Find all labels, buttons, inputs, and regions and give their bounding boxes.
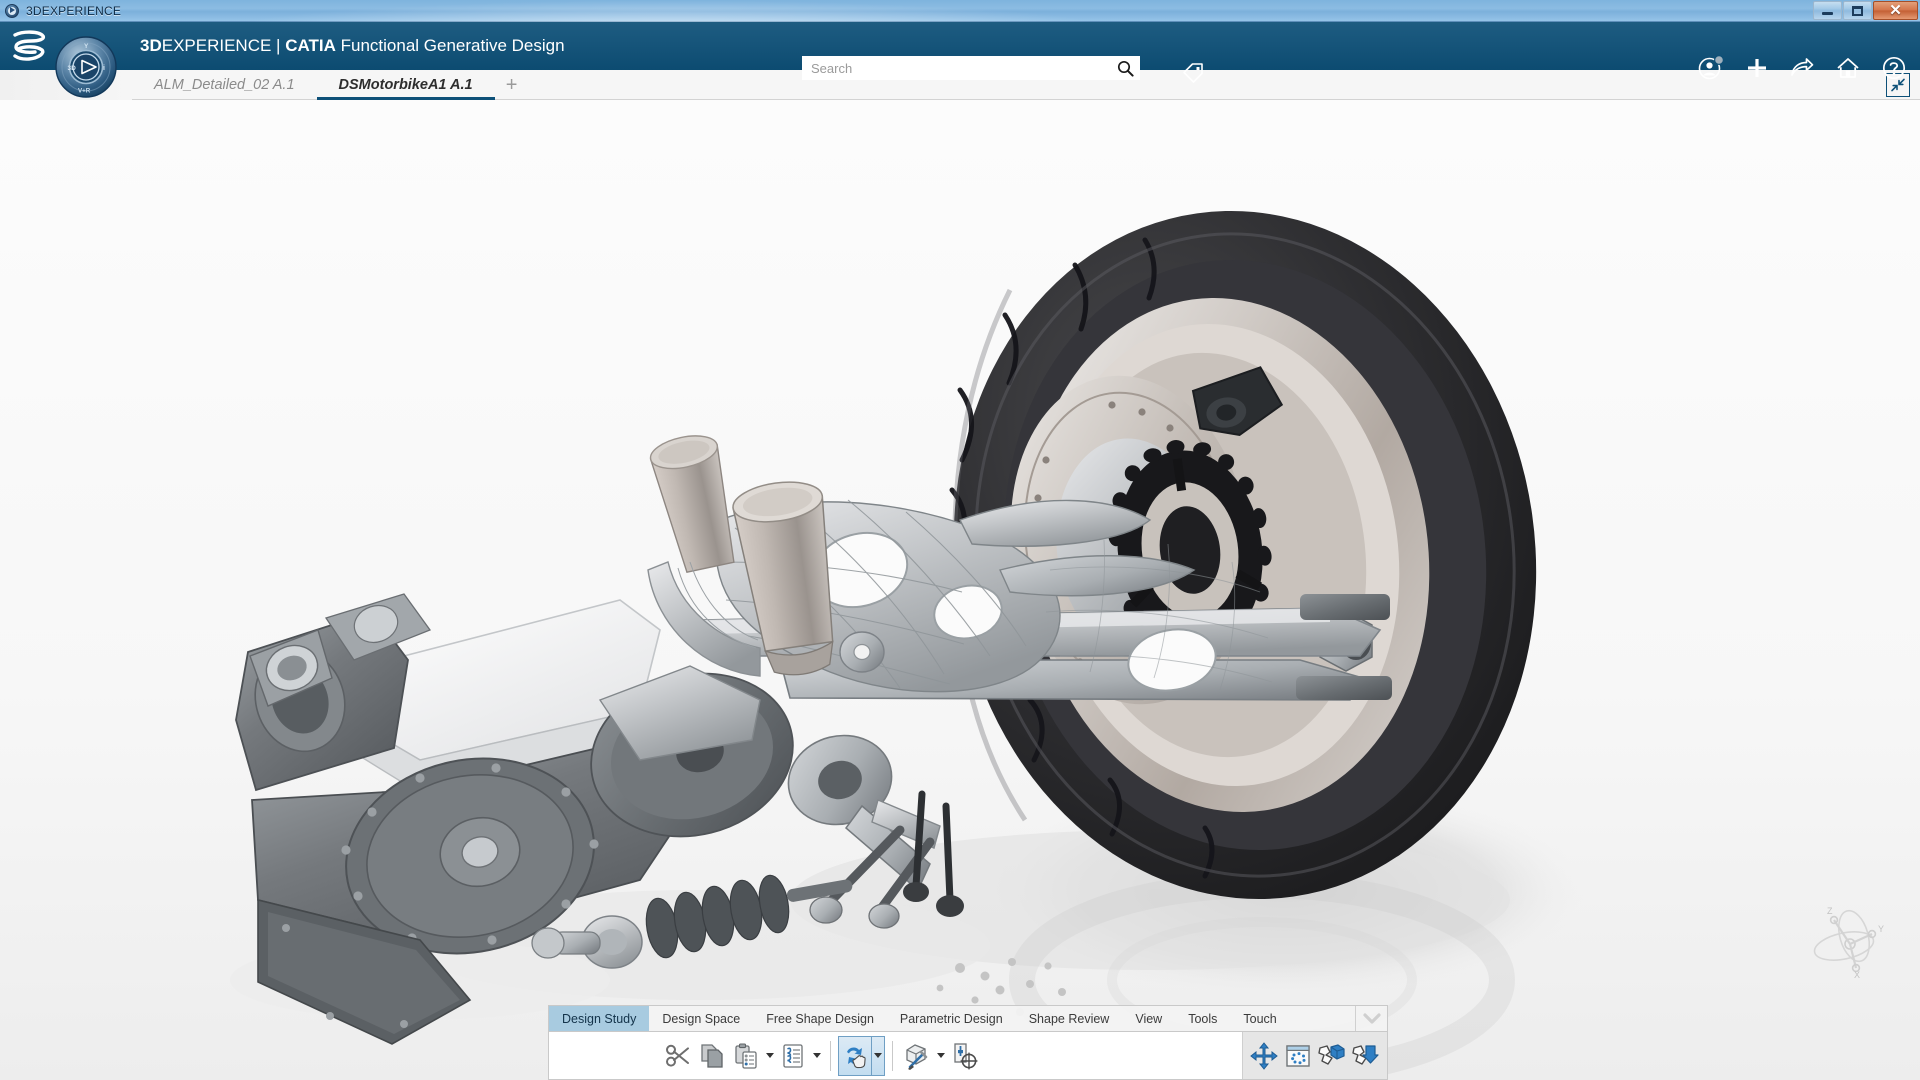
action-tab-view[interactable]: View	[1122, 1006, 1175, 1031]
axis-label-x: X	[1854, 970, 1860, 980]
home-icon[interactable]	[1836, 57, 1860, 79]
measure-button[interactable]	[947, 1036, 981, 1076]
brand-catia: CATIA	[285, 36, 336, 55]
paste-special-button[interactable]	[776, 1036, 810, 1076]
explode-shape-icon	[1352, 1044, 1379, 1065]
compass-move-button[interactable]	[1247, 1036, 1281, 1076]
tab-dsmotorbikea1[interactable]: DSMotorbikeA1 A.1	[316, 70, 495, 100]
help-question-icon[interactable]	[1882, 56, 1906, 80]
action-tab-touch[interactable]: Touch	[1230, 1006, 1289, 1031]
window-title-bar: 3DEXPERIENCE ✕	[0, 0, 1920, 22]
clipboard-list-icon	[783, 1043, 803, 1068]
toolbar-separator-1	[830, 1040, 831, 1071]
update-dropdown-caret[interactable]	[872, 1035, 885, 1076]
clipboard-paste-icon	[735, 1042, 757, 1069]
brand-separator: |	[271, 36, 286, 55]
design-tools-button[interactable]	[900, 1036, 934, 1076]
axis-triad: Z Y X	[1810, 900, 1890, 980]
view-manipulation-group	[1242, 1032, 1387, 1079]
action-tab-free-shape-design[interactable]: Free Shape Design	[753, 1006, 887, 1031]
brand-appname: Functional Generative Design	[335, 36, 565, 55]
axis-label-y: Y	[1878, 924, 1884, 934]
tab-alm-detailed-02[interactable]: ALM_Detailed_02 A.1	[132, 70, 317, 100]
brand-title: 3DEXPERIENCE | CATIA Functional Generati…	[140, 36, 565, 56]
paste-button[interactable]	[729, 1036, 763, 1076]
cut-button[interactable]	[661, 1036, 695, 1076]
copy-button[interactable]	[695, 1036, 729, 1076]
copy-pages-icon	[701, 1043, 723, 1068]
close-button[interactable]: ✕	[1873, 1, 1918, 20]
toolbar-separator-2	[892, 1040, 893, 1071]
scissors-icon	[666, 1044, 689, 1067]
measure-target-icon	[954, 1042, 978, 1069]
brand-3d: 3D	[140, 36, 162, 55]
share-arrow-icon[interactable]	[1790, 57, 1814, 79]
svg-text:i: i	[103, 65, 105, 72]
explode-shape-button[interactable]	[1349, 1036, 1383, 1076]
explode-cube-icon	[1318, 1043, 1345, 1065]
tag-icon[interactable]	[1182, 62, 1204, 89]
action-tab-design-space[interactable]: Design Space	[649, 1006, 753, 1031]
brand-experience: EXPERIENCE	[161, 36, 272, 55]
header-action-icons	[1698, 44, 1906, 92]
explode-cube-button[interactable]	[1315, 1036, 1349, 1076]
search-input[interactable]	[802, 57, 1110, 79]
title-bar-glow	[220, 0, 1120, 22]
update-button[interactable]	[838, 1035, 872, 1076]
box-tools-icon	[906, 1043, 928, 1070]
application-header: 3D i Y V+R 3DEXPERIENCE | CATIA Function…	[0, 22, 1920, 98]
chevron-down-icon[interactable]	[1355, 1006, 1387, 1031]
svg-text:V+R: V+R	[78, 88, 91, 95]
action-tab-shape-review[interactable]: Shape Review	[1016, 1006, 1123, 1031]
search-icon[interactable]	[1110, 56, 1140, 80]
action-tab-tools[interactable]: Tools	[1175, 1006, 1230, 1031]
svg-text:Y: Y	[84, 43, 89, 50]
minimize-button[interactable]	[1813, 1, 1842, 20]
action-bar: Design Study Design Space Free Shape Des…	[548, 1005, 1388, 1080]
selection-window-button[interactable]	[1281, 1036, 1315, 1076]
action-tab-parametric-design[interactable]: Parametric Design	[887, 1006, 1016, 1031]
window-controls: ✕	[1812, 0, 1918, 21]
3ds-logo	[0, 22, 62, 70]
plus-icon[interactable]	[1746, 57, 1768, 79]
search-box[interactable]	[802, 56, 1140, 80]
four-way-arrows-icon	[1250, 1041, 1278, 1070]
action-bar-tabs: Design Study Design Space Free Shape Des…	[548, 1005, 1388, 1031]
action-bar-commands	[548, 1031, 1388, 1080]
svg-text:3D: 3D	[68, 65, 77, 72]
user-profile-icon[interactable]	[1698, 55, 1724, 81]
design-tools-dropdown-caret[interactable]	[934, 1036, 947, 1076]
axis-label-z: Z	[1827, 906, 1833, 916]
paste-dropdown-caret[interactable]	[763, 1036, 776, 1076]
add-tab-button[interactable]: +	[495, 70, 529, 100]
app-compass-icon	[4, 3, 20, 19]
motorbike-3d-model	[0, 100, 1920, 1080]
3d-viewport[interactable]: Z Y X	[0, 100, 1920, 1080]
paste-special-dropdown-caret[interactable]	[810, 1036, 823, 1076]
maximize-button[interactable]	[1843, 1, 1872, 20]
clipboard-group	[657, 1032, 985, 1079]
action-tab-design-study[interactable]: Design Study	[549, 1006, 650, 1031]
dotted-frame-icon	[1286, 1044, 1310, 1067]
update-refresh-icon	[847, 1047, 866, 1068]
3dexperience-compass[interactable]: 3D i Y V+R	[55, 36, 117, 98]
window-title: 3DEXPERIENCE	[26, 3, 122, 18]
